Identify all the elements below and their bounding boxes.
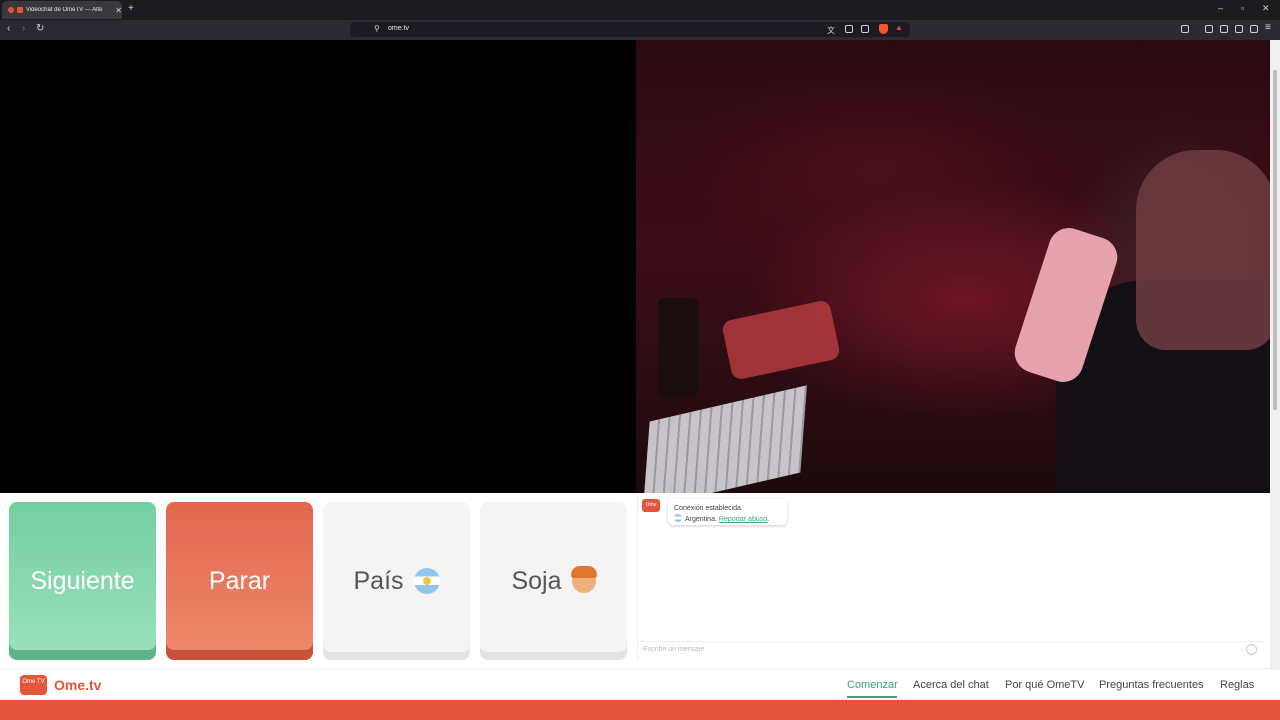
window-close-icon[interactable]: ✕ xyxy=(1262,3,1270,14)
reader-icon[interactable] xyxy=(845,25,853,33)
boy-face-icon xyxy=(570,566,597,593)
nav-faq[interactable]: Preguntas frecuentes xyxy=(1099,679,1204,691)
nav-start[interactable]: Comenzar xyxy=(847,679,898,691)
message-input[interactable]: Escribe un mensaje xyxy=(638,641,1264,659)
site-footer-nav: Ome TV Ome.tv Comenzar Acerca del chat P… xyxy=(0,668,1270,701)
ometv-logo-icon: Ome TV xyxy=(642,499,660,521)
video-scene-can xyxy=(658,298,698,398)
active-nav-underline xyxy=(847,696,897,698)
gender-button-label: Soja xyxy=(511,566,562,595)
partner-country-row: Argentina. Reportar abuso. xyxy=(674,514,781,525)
site-info-icon[interactable]: ⚲ xyxy=(374,24,380,33)
browser-tab-bar: Videochat de OmeTV — Alte ✕ + – ▫ ✕ xyxy=(0,0,1280,20)
argentina-flag-icon xyxy=(413,568,440,594)
video-scene-keyboard xyxy=(643,385,807,493)
tab-title: Videochat de OmeTV — Alte xyxy=(25,7,103,13)
footer-banner xyxy=(0,700,1280,720)
menu-icon[interactable]: ≡ xyxy=(1265,22,1271,33)
brand-name[interactable]: Ome.tv xyxy=(54,677,101,693)
partner-country: Argentina. xyxy=(685,516,717,523)
stop-button-label: Parar xyxy=(208,566,271,595)
ometv-logo-icon[interactable]: Ome TV xyxy=(20,675,47,695)
system-message: Conexión establecida. Argentina. Reporta… xyxy=(668,499,787,525)
ometv-favicon-icon xyxy=(16,7,23,13)
country-button-label: País xyxy=(353,566,404,595)
new-tab-icon[interactable]: + xyxy=(128,3,134,14)
minimize-icon[interactable]: – xyxy=(1218,3,1223,13)
gender-button[interactable]: Soja xyxy=(480,502,627,660)
browser-tab[interactable]: Videochat de OmeTV — Alte ✕ xyxy=(2,1,122,19)
scrollbar-thumb[interactable] xyxy=(1273,70,1277,410)
emoji-icon[interactable] xyxy=(1246,644,1257,655)
translate-icon[interactable]: 文 xyxy=(827,25,835,36)
nav-about-chat[interactable]: Acerca del chat xyxy=(913,679,989,691)
browser-toolbar: ‹ › ↻ ▯ ⚲ ome.tv 文 ▲ ≡ xyxy=(0,20,1280,40)
url-bar[interactable]: ⚲ ome.tv xyxy=(350,22,910,37)
local-video xyxy=(0,40,636,493)
video-scene-snack xyxy=(720,299,842,381)
back-icon[interactable]: ‹ xyxy=(7,23,10,34)
reload-icon[interactable]: ↻ xyxy=(36,23,44,34)
url-text: ome.tv xyxy=(388,25,410,32)
report-abuse-link[interactable]: Reportar abuso xyxy=(719,516,767,523)
sidebar-icon[interactable] xyxy=(1181,25,1189,33)
brave-shields-icon[interactable] xyxy=(879,24,888,34)
nav-why-ometv[interactable]: Por qué OmeTV xyxy=(1005,679,1084,691)
chat-panel: Ome TV Conexión establecida. Argentina. … xyxy=(637,494,1264,660)
brave-rewards-icon[interactable]: ▲ xyxy=(895,23,903,32)
next-button-label: Siguiente xyxy=(30,566,135,595)
argentina-flag-icon xyxy=(674,514,682,522)
connection-status: Conexión establecida. xyxy=(674,505,743,512)
stop-button[interactable]: Parar xyxy=(166,502,313,660)
forward-icon[interactable]: › xyxy=(22,23,25,34)
vpn-icon[interactable] xyxy=(1250,25,1258,33)
country-button[interactable]: País xyxy=(323,502,470,660)
extensions-icon[interactable] xyxy=(1235,25,1243,33)
video-scene-person-head xyxy=(1136,150,1270,350)
wallet-icon[interactable] xyxy=(1220,25,1228,33)
page-scrollbar[interactable] xyxy=(1270,40,1280,670)
split-view-icon[interactable] xyxy=(1205,25,1213,33)
next-button[interactable]: Siguiente xyxy=(9,502,156,660)
remote-video xyxy=(636,40,1270,493)
maximize-icon[interactable]: ▫ xyxy=(1241,3,1244,13)
audio-icon xyxy=(8,7,14,13)
share-icon[interactable] xyxy=(861,25,869,33)
nav-rules[interactable]: Reglas xyxy=(1220,679,1254,691)
tab-close-icon[interactable]: ✕ xyxy=(115,6,122,15)
